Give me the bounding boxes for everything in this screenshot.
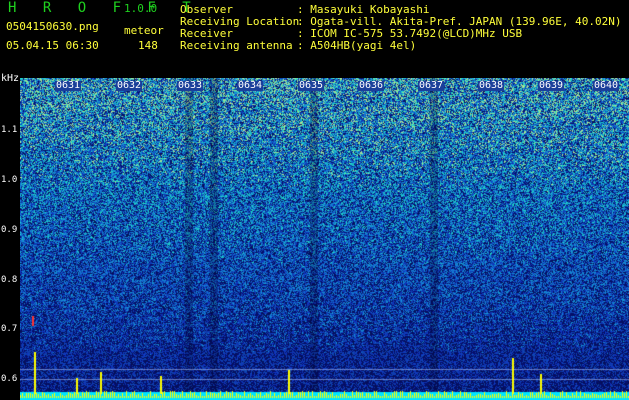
time-label: 0639 [538,80,565,91]
spectrogram-plot [20,78,629,400]
time-label: 0638 [478,80,505,91]
y-tick-label: 0.7 [1,324,18,334]
header-panel: H R O F F T 1.0.0 0504150630.png meteor … [0,0,629,78]
time-label: 0635 [298,80,325,91]
date-time: 05.04.15 06:30 [6,39,99,52]
time-label: 0634 [237,80,264,91]
y-tick-label: 1.0 [1,175,18,185]
y-tick-label: 0.6 [1,374,18,384]
app-title: H R O F F T [8,0,200,16]
y-tick-label: 0.8 [1,275,18,285]
time-label: 0632 [116,80,143,91]
file-name: 0504150630.png [6,20,99,33]
time-label: 0640 [593,80,620,91]
meteor-count: 148 [138,39,158,52]
antenna-label: Receiving antenna [180,39,293,52]
spectrogram-canvas [20,78,629,400]
y-tick-label: 1.1 [1,125,18,135]
meteor-label: meteor [124,24,164,37]
app-version: 1.0.0 [124,2,158,15]
time-label: 0636 [358,80,385,91]
y-tick-label: 0.9 [1,225,18,235]
time-label: 0631 [55,80,82,91]
time-label: 0637 [418,80,445,91]
antenna-value: : A504HB(yagi 4el) [297,39,417,52]
y-axis-unit-label: kHz [1,73,20,84]
time-label: 0633 [177,80,204,91]
